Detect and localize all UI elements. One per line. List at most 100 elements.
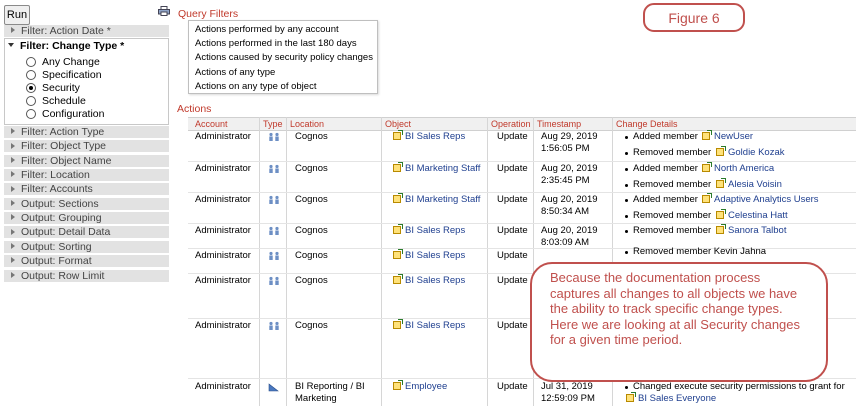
col-header-location[interactable]: Location	[290, 119, 324, 129]
cell-timestamp-date: Aug 20, 2019	[541, 163, 598, 174]
object-name[interactable]: BI Sales Reps	[405, 250, 465, 261]
sidebar-section[interactable]: Output: Sorting	[4, 240, 169, 254]
sidebar-section[interactable]: Output: Row Limit	[4, 269, 169, 283]
query-filter-item: Actions on any type of object	[195, 80, 317, 92]
chevron-right-icon	[11, 171, 15, 178]
change-target-link[interactable]: NewUser	[702, 130, 753, 142]
sidebar-section[interactable]: Filter: Action Type	[4, 126, 169, 139]
object-name[interactable]: BI Marketing Staff	[405, 194, 480, 205]
radio-button[interactable]	[26, 96, 36, 106]
bullet-icon	[625, 215, 628, 218]
cell-location: Cognos	[295, 194, 328, 205]
sidebar-section[interactable]: Output: Detail Data	[4, 226, 169, 240]
object-name[interactable]: BI Sales Reps	[405, 225, 465, 236]
change-target-link[interactable]: BI Sales Everyone	[626, 392, 716, 404]
object-icon	[393, 224, 403, 234]
change-target-link[interactable]: Sanora Talbot	[716, 224, 786, 236]
change-action: Added member	[633, 194, 698, 205]
radio-button[interactable]	[26, 70, 36, 80]
change-target-link[interactable]: Celestina Hatt	[716, 209, 788, 221]
sidebar-section[interactable]: Output: Grouping	[4, 212, 169, 226]
change-target[interactable]: BI Sales Everyone	[638, 393, 716, 404]
object-name[interactable]: BI Sales Reps	[405, 275, 465, 286]
change-target[interactable]: Adaptive Analytics Users	[714, 194, 819, 205]
section-label: Output: Sorting	[21, 240, 92, 253]
change-target-link[interactable]: Goldie Kozak	[716, 146, 785, 158]
object-name[interactable]: BI Marketing Staff	[405, 163, 480, 174]
change-target[interactable]: NewUser	[714, 131, 753, 142]
change-action: Changed execute security permissions to …	[633, 381, 845, 392]
radio-label: Security	[42, 82, 80, 94]
cell-object-link[interactable]: BI Sales Reps	[393, 249, 465, 261]
object-name[interactable]: Employee	[405, 381, 447, 392]
report-icon	[268, 383, 279, 392]
cell-object-link[interactable]: BI Sales Reps	[393, 319, 465, 331]
cell-timestamp-time: 8:50:34 AM	[541, 206, 590, 217]
change-target-link[interactable]: Adaptive Analytics Users	[702, 193, 819, 205]
section-label: Output: Grouping	[21, 212, 102, 225]
radio-label: Any Change	[42, 56, 100, 68]
change-target[interactable]: Sanora Talbot	[728, 225, 786, 236]
bullet-icon	[625, 386, 628, 389]
cell-object-link[interactable]: Employee	[393, 380, 447, 392]
radio-button[interactable]	[26, 109, 36, 119]
object-icon	[702, 130, 712, 140]
cell-account: Administrator	[195, 381, 251, 392]
cell-object-link[interactable]: BI Marketing Staff	[393, 193, 480, 205]
cell-object-link[interactable]: BI Sales Reps	[393, 274, 465, 286]
figure-label: Figure 6	[643, 3, 745, 32]
sidebar-section[interactable]: Filter: Object Type	[4, 140, 169, 154]
printer-icon[interactable]	[158, 6, 170, 16]
query-filter-item: Actions performed in the last 180 days	[195, 38, 357, 50]
object-name[interactable]: BI Sales Reps	[405, 131, 465, 142]
filter-change-type-header[interactable]: Filter: Change Type *	[8, 40, 124, 52]
object-icon	[702, 162, 712, 172]
chevron-right-icon	[11, 257, 15, 264]
cell-timestamp-date: Aug 29, 2019	[541, 131, 598, 142]
section-label: Output: Sections	[21, 197, 99, 210]
annotation-callout: Because the documentation process captur…	[530, 262, 828, 382]
section-label: Filter: Accounts	[21, 183, 93, 196]
radio-button[interactable]	[26, 57, 36, 67]
section-label: Filter: Object Type	[21, 140, 107, 153]
group-icon	[269, 226, 279, 235]
change-action: Removed member	[633, 179, 712, 190]
sidebar-section[interactable]: Filter: Object Name	[4, 154, 169, 168]
bullet-icon	[625, 152, 628, 155]
sidebar-section[interactable]: Output: Format	[4, 255, 169, 269]
col-header-account[interactable]: Account	[195, 119, 228, 129]
object-icon	[393, 162, 403, 172]
col-header-operation[interactable]: Operation	[491, 119, 531, 129]
change-target-link[interactable]: North America	[702, 162, 774, 174]
cell-object-link[interactable]: BI Sales Reps	[393, 130, 465, 142]
change-action: Removed member	[633, 225, 712, 236]
bullet-icon	[625, 199, 628, 202]
cell-location: Cognos	[295, 225, 328, 236]
col-header-type[interactable]: Type	[263, 119, 283, 129]
object-icon	[716, 146, 726, 156]
change-target[interactable]: Alesia Voisin	[728, 179, 782, 190]
run-button[interactable]: Run	[4, 5, 30, 25]
change-target[interactable]: North America	[714, 163, 774, 174]
object-icon	[393, 380, 403, 390]
col-header-change-details[interactable]: Change Details	[616, 119, 678, 129]
object-name[interactable]: BI Sales Reps	[405, 320, 465, 331]
object-icon	[626, 392, 636, 402]
change-target[interactable]: Celestina Hatt	[728, 210, 788, 221]
radio-button[interactable]	[26, 83, 36, 93]
change-target-link[interactable]: Alesia Voisin	[716, 178, 782, 190]
section-label: Filter: Location	[21, 169, 90, 182]
object-icon	[393, 319, 403, 329]
col-header-timestamp[interactable]: Timestamp	[537, 119, 581, 129]
cell-object-link[interactable]: BI Marketing Staff	[393, 162, 480, 174]
cell-operation: Update	[497, 131, 528, 142]
sidebar-section[interactable]: Filter: Location	[4, 169, 169, 183]
cell-location: Cognos	[295, 275, 328, 286]
filter-action-date-section[interactable]: Filter: Action Date *	[4, 25, 169, 38]
sidebar-section[interactable]: Output: Sections	[4, 197, 169, 211]
change-action: Removed member Kevin Jahna	[633, 246, 767, 257]
cell-object-link[interactable]: BI Sales Reps	[393, 224, 465, 236]
change-target[interactable]: Goldie Kozak	[728, 147, 785, 158]
sidebar-section[interactable]: Filter: Accounts	[4, 183, 169, 197]
col-header-object[interactable]: Object	[385, 119, 411, 129]
